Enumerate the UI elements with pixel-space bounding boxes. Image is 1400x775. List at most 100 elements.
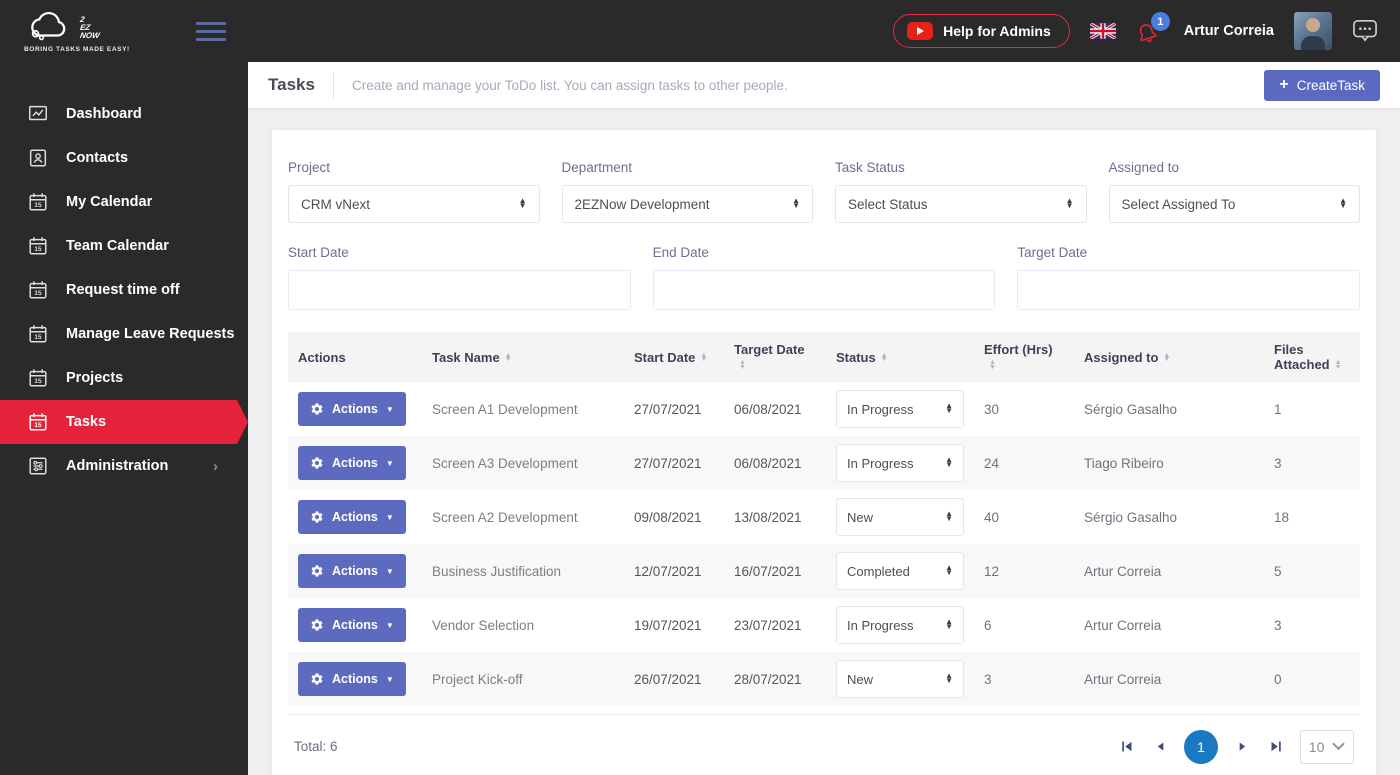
create-task-button[interactable]: + CreateTask (1264, 69, 1380, 101)
page-title: Tasks (268, 75, 315, 94)
chevron-down-icon: ▼ (385, 512, 394, 522)
cell-start-date: 26/07/2021 (634, 671, 702, 687)
end-date-filter-label: End Date (652, 245, 709, 260)
row-actions-button[interactable]: Actions ▼ (298, 554, 406, 588)
sidebar-item-contacts[interactable]: Contacts (0, 136, 248, 180)
tasks-table: Actions Task Name ▲ ▼ Start Date ▲ ▼ Target … (288, 332, 1360, 706)
table-row: Actions ▼ Screen A3 Development 27/07/2021 0… (288, 436, 1360, 490)
chevron-down-icon (1332, 742, 1345, 751)
cell-files-attached: 0 (1274, 671, 1282, 687)
select-updown-icon: ▲ ▼ (518, 196, 527, 210)
chevron-down-icon: ▼ (385, 620, 394, 630)
col-header-effort[interactable]: Effort (Hrs) ▲ ▼ (974, 332, 1074, 382)
page-size-select[interactable]: 10 (1300, 729, 1354, 764)
chart-icon (29, 105, 47, 121)
col-header-files-attached[interactable]: Files Attached ▲ ▼ (1264, 332, 1360, 382)
pagination: 1 10 (1116, 729, 1354, 764)
cell-effort: 12 (984, 563, 1000, 579)
cell-effort: 40 (984, 509, 1000, 525)
col-header-status[interactable]: Status ▲ ▼ (826, 332, 974, 382)
col-header-target-date[interactable]: Target Date ▲ ▼ (724, 332, 826, 382)
row-actions-button[interactable]: Actions ▼ (298, 446, 406, 480)
previous-page-button[interactable] (1150, 737, 1170, 757)
user-name[interactable]: Artur Correia (1184, 23, 1274, 39)
row-actions-button[interactable]: Actions ▼ (298, 662, 406, 696)
last-page-button[interactable] (1266, 737, 1286, 757)
select-updown-icon: ▲ ▼ (945, 563, 953, 577)
cell-assigned-to: Artur Correia (1084, 563, 1162, 579)
notifications-bell-icon[interactable]: 1 (1136, 12, 1170, 46)
sidebar-item-manage-leave-requests[interactable]: 15 Manage Leave Requests (0, 312, 248, 356)
sidebar-item-projects[interactable]: 15 Projects (0, 356, 248, 400)
table-row: Actions ▼ Project Kick-off 26/07/2021 28/07/… (288, 652, 1360, 706)
help-for-admins-button[interactable]: Help for Admins (893, 14, 1070, 48)
department-select[interactable]: 2EZNow Development ▲ ▼ (561, 185, 813, 223)
current-page-button[interactable]: 1 (1184, 729, 1218, 764)
assigned-to-select[interactable]: Select Assigned To ▲ ▼ (1108, 185, 1360, 223)
notification-badge: 1 (1150, 12, 1170, 31)
cell-start-date: 27/07/2021 (634, 455, 702, 471)
cell-start-date: 19/07/2021 (634, 617, 702, 633)
status-select[interactable]: New ▲ ▼ (836, 660, 964, 698)
select-updown-icon: ▲ ▼ (1065, 196, 1074, 210)
status-select[interactable]: In Progress ▲ ▼ (836, 606, 964, 644)
svg-text:15: 15 (34, 378, 42, 385)
table-row: Actions ▼ Business Justification 12/07/2021… (288, 544, 1360, 598)
calendar-icon: 15 (29, 325, 47, 343)
first-page-button[interactable] (1116, 737, 1136, 757)
cell-target-date: 28/07/2021 (734, 671, 802, 687)
cell-assigned-to: Artur Correia (1084, 671, 1162, 687)
sort-icon: ▲ ▼ (880, 351, 888, 364)
menu-toggle-icon[interactable] (196, 22, 226, 41)
youtube-icon (907, 22, 934, 40)
status-select[interactable]: In Progress ▲ ▼ (836, 444, 964, 482)
status-select[interactable]: New ▲ ▼ (836, 498, 964, 536)
cell-assigned-to: Sérgio Gasalho (1084, 401, 1178, 417)
user-avatar[interactable] (1294, 12, 1332, 50)
sidebar-item-administration[interactable]: Administration › (0, 444, 248, 488)
status-select[interactable]: In Progress ▲ ▼ (836, 390, 964, 428)
project-select[interactable]: CRM vNext ▲ ▼ (288, 185, 540, 223)
sidebar-item-dashboard[interactable]: Dashboard (0, 92, 248, 136)
cell-start-date: 12/07/2021 (634, 563, 702, 579)
end-date-input[interactable] (652, 270, 996, 310)
page-header: Tasks Create and manage your ToDo list. … (248, 62, 1400, 108)
next-page-button[interactable] (1232, 737, 1252, 757)
calendar-icon: 15 (29, 193, 47, 211)
row-actions-button[interactable]: Actions ▼ (298, 392, 406, 426)
gear-icon (311, 565, 323, 577)
col-header-start-date[interactable]: Start Date ▲ ▼ (624, 332, 724, 382)
logo-text: 2 EZ NOW (79, 14, 101, 40)
tasks-card: Project CRM vNext ▲ ▼ Department 2EZNow D… (272, 130, 1376, 775)
sidebar-item-request-time-off[interactable]: 15 Request time off (0, 268, 248, 312)
col-header-assigned-to[interactable]: Assigned to ▲ ▼ (1074, 332, 1264, 382)
start-date-filter-label: Start Date (288, 245, 349, 260)
status-select[interactable]: Completed ▲ ▼ (836, 552, 964, 590)
target-date-input[interactable] (1017, 270, 1360, 310)
cell-effort: 30 (984, 401, 1000, 417)
table-row: Actions ▼ Screen A2 Development 09/08/2021 1… (288, 490, 1360, 544)
row-actions-button[interactable]: Actions ▼ (298, 608, 406, 642)
sidebar-item-tasks[interactable]: 15 Tasks (0, 400, 248, 444)
task-status-select[interactable]: Select Status ▲ ▼ (835, 185, 1087, 223)
cell-target-date: 06/08/2021 (734, 401, 802, 417)
sidebar-item-my-calendar[interactable]: 15 My Calendar (0, 180, 248, 224)
cell-files-attached: 3 (1274, 455, 1282, 471)
sort-icon: ▲ ▼ (1163, 351, 1171, 364)
sort-icon: ▲ ▼ (739, 359, 746, 371)
sidebar: Dashboard Contacts 15 My Calendar 15 Tea… (0, 62, 248, 775)
total-count: Total: 6 (294, 739, 338, 754)
cell-effort: 6 (984, 617, 992, 633)
select-updown-icon: ▲ ▼ (945, 455, 953, 469)
table-row: Actions ▼ Vendor Selection 19/07/2021 23/07/… (288, 598, 1360, 652)
select-updown-icon: ▲ ▼ (945, 617, 953, 631)
table-header-row: Actions Task Name ▲ ▼ Start Date ▲ ▼ Target … (288, 332, 1360, 382)
row-actions-button[interactable]: Actions ▼ (298, 500, 406, 534)
start-date-input[interactable] (288, 270, 631, 310)
select-updown-icon: ▲ ▼ (792, 196, 800, 210)
chat-icon[interactable] (1352, 19, 1378, 43)
sidebar-item-team-calendar[interactable]: 15 Team Calendar (0, 224, 248, 268)
col-header-task-name[interactable]: Task Name ▲ ▼ (422, 332, 624, 382)
cell-target-date: 06/08/2021 (734, 455, 802, 471)
uk-flag-icon[interactable] (1089, 23, 1116, 39)
